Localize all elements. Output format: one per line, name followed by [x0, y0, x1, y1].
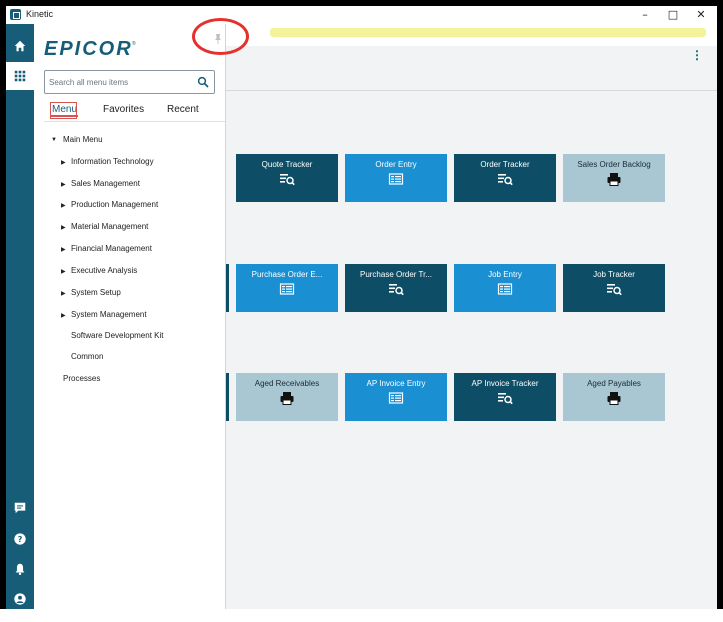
annotation-circle — [192, 18, 249, 55]
tile-label: AP Invoice Tracker — [471, 379, 539, 388]
tracker-icon — [280, 174, 295, 186]
chat-icon — [14, 502, 26, 514]
app-tile[interactable]: Job Tracker — [563, 264, 665, 312]
tile-label: Purchase Order E... — [251, 270, 323, 279]
app-tile[interactable]: Order Tracker — [454, 154, 556, 202]
minimize-button[interactable]: – — [632, 6, 658, 24]
maximize-button[interactable]: □ — [660, 6, 686, 24]
tracker-icon — [498, 393, 513, 405]
kinetic-app-icon — [10, 9, 21, 20]
tracker-icon — [607, 284, 622, 296]
printer-icon — [607, 173, 621, 186]
chat-button[interactable] — [6, 494, 34, 522]
tile-label: Purchase Order Tr... — [359, 270, 433, 279]
app-tile[interactable]: Job Entry — [454, 264, 556, 312]
printer-icon — [607, 392, 621, 405]
redacted-highlight — [270, 28, 706, 37]
tabs-divider — [44, 121, 225, 122]
entry-icon — [388, 173, 404, 185]
home-button[interactable] — [6, 32, 34, 60]
entry-icon — [388, 392, 404, 404]
tracker-icon — [389, 284, 404, 296]
collapsed-arrow-icon[interactable]: ▶ — [61, 159, 66, 166]
tree-item-processes[interactable]: Processes — [63, 374, 100, 383]
app-tile[interactable]: Aged Payables — [563, 373, 665, 421]
app-tile[interactable]: Aged Receivables — [236, 373, 338, 421]
tree-item[interactable]: Common — [71, 352, 103, 361]
collapsed-arrow-icon[interactable]: ▶ — [61, 181, 66, 188]
tab-recent[interactable]: Recent — [167, 104, 199, 115]
menu-search-field[interactable] — [44, 70, 215, 94]
tree-item[interactable]: Executive Analysis — [71, 266, 137, 275]
close-button[interactable]: ✕ — [688, 6, 714, 24]
tile-label: Aged Receivables — [254, 379, 320, 388]
apps-button[interactable] — [6, 62, 34, 90]
app-window: Kinetic – □ ✕ ? ⋮ Quote Tracker Order En… — [6, 6, 717, 609]
tile-label: Quote Tracker — [261, 160, 313, 169]
user-icon — [14, 593, 26, 605]
expanded-arrow-icon[interactable]: ▼ — [51, 137, 57, 143]
app-tile[interactable]: Purchase Order Tr... — [345, 264, 447, 312]
left-nav-rail: ? — [6, 24, 34, 609]
tile-label: Order Entry — [375, 160, 417, 169]
apps-grid-icon — [14, 70, 26, 82]
tracker-icon — [498, 174, 513, 186]
app-tile[interactable]: Purchase Order E... — [236, 264, 338, 312]
tile-label: Sales Order Backlog — [577, 160, 651, 169]
bottom-margin — [0, 609, 723, 622]
bell-icon — [15, 563, 25, 576]
tree-item[interactable]: Production Management — [71, 200, 158, 209]
collapsed-arrow-icon[interactable]: ▶ — [61, 312, 66, 319]
tree-item[interactable]: Sales Management — [71, 179, 140, 188]
help-icon: ? — [14, 533, 26, 545]
app-tile[interactable]: AP Invoice Tracker — [454, 373, 556, 421]
collapsed-arrow-icon[interactable]: ▶ — [61, 202, 66, 209]
tree-item[interactable]: System Setup — [71, 288, 121, 297]
logo-trademark: ® — [132, 41, 136, 47]
collapsed-arrow-icon[interactable]: ▶ — [61, 268, 66, 275]
tile-label: AP Invoice Entry — [366, 379, 426, 388]
tab-menu[interactable]: Menu — [49, 102, 79, 119]
app-tile[interactable]: AP Invoice Entry — [345, 373, 447, 421]
app-tile[interactable]: Quote Tracker — [236, 154, 338, 202]
tree-item[interactable]: Software Development Kit — [71, 331, 164, 340]
tile-label: Aged Payables — [587, 379, 641, 388]
entry-icon — [497, 283, 513, 295]
user-profile-button[interactable] — [6, 585, 34, 609]
entry-icon — [279, 283, 295, 295]
tree-item[interactable]: Material Management — [71, 222, 148, 231]
tile-label: Job Entry — [488, 270, 522, 279]
collapsed-arrow-icon[interactable]: ▶ — [61, 224, 66, 231]
printer-icon — [280, 392, 294, 405]
search-icon[interactable] — [197, 76, 209, 88]
home-icon — [14, 40, 26, 52]
collapsed-arrow-icon[interactable]: ▶ — [61, 246, 66, 253]
more-options-icon[interactable]: ⋮ — [691, 48, 703, 62]
epicor-logo: EPICOR — [44, 38, 133, 60]
menu-search-input[interactable] — [49, 75, 189, 89]
tile-label: Job Tracker — [593, 270, 635, 279]
app-tile[interactable]: Order Entry — [345, 154, 447, 202]
tab-favorites[interactable]: Favorites — [103, 104, 144, 115]
tree-item[interactable]: Financial Management — [71, 244, 152, 253]
collapsed-arrow-icon[interactable]: ▶ — [61, 290, 66, 297]
window-title: Kinetic — [26, 9, 54, 19]
notifications-button[interactable] — [6, 555, 34, 583]
app-tile[interactable]: Sales Order Backlog — [563, 154, 665, 202]
tab-menu-label: Menu — [52, 104, 78, 115]
help-button[interactable]: ? — [6, 525, 34, 553]
title-bar: Kinetic – □ ✕ — [6, 6, 717, 24]
tree-item[interactable]: Information Technology — [71, 157, 154, 166]
svg-text:?: ? — [18, 535, 23, 544]
main-menu-panel: EPICOR ® Menu Favorites Recent ▼ Main Me… — [34, 24, 226, 609]
tree-item[interactable]: System Management — [71, 310, 147, 319]
tree-item-main-menu[interactable]: Main Menu — [63, 135, 103, 144]
tile-label: Order Tracker — [480, 160, 530, 169]
